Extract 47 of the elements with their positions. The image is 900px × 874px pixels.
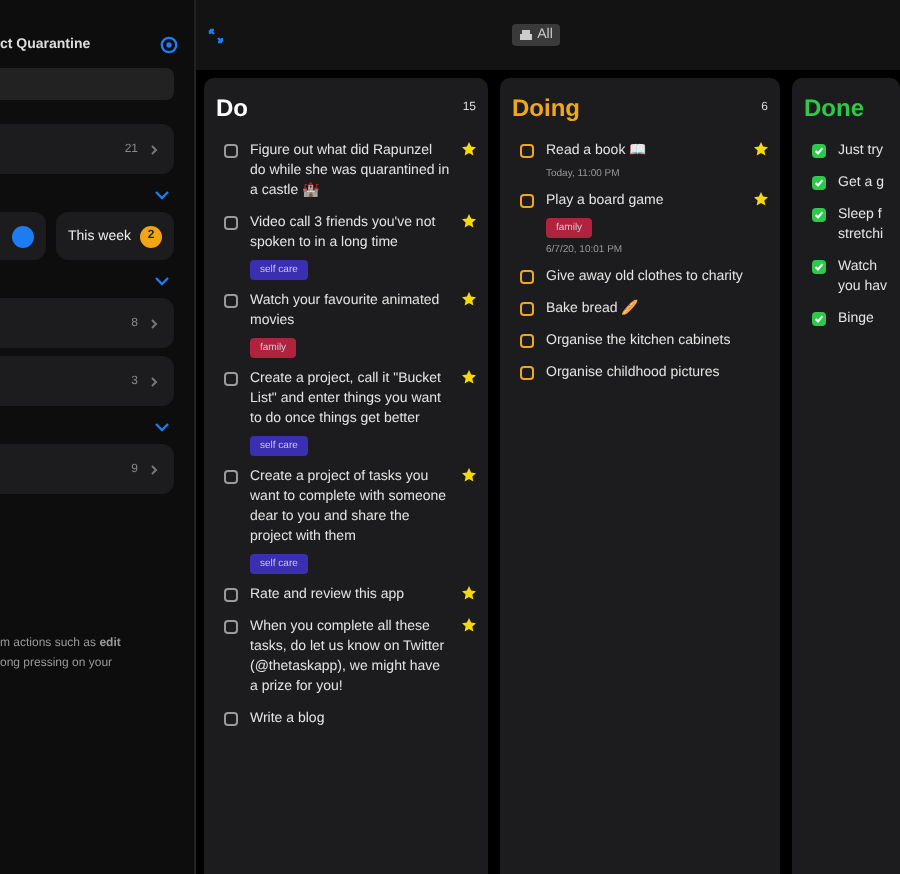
task-checkbox[interactable] xyxy=(812,312,826,326)
settings-icon[interactable] xyxy=(160,35,178,53)
task-checkbox[interactable] xyxy=(224,294,238,308)
task-checkbox[interactable] xyxy=(812,208,826,222)
star-icon[interactable] xyxy=(754,192,768,206)
task-checkbox[interactable] xyxy=(224,144,238,158)
task-checkbox[interactable] xyxy=(224,470,238,484)
expand-icon[interactable] xyxy=(208,27,224,43)
task-checkbox[interactable] xyxy=(520,194,534,208)
star-icon[interactable] xyxy=(462,370,476,384)
task-checkbox[interactable] xyxy=(224,216,238,230)
column-title: Done xyxy=(804,94,864,122)
tray-icon xyxy=(519,30,532,40)
check-icon xyxy=(814,210,824,220)
chevron-down-icon[interactable] xyxy=(154,422,170,432)
task-checkbox[interactable] xyxy=(812,144,826,158)
star-icon[interactable] xyxy=(462,618,476,632)
star-icon[interactable] xyxy=(462,468,476,482)
task-checkbox[interactable] xyxy=(520,334,534,348)
chevron-right-icon xyxy=(150,143,158,155)
task-checkbox[interactable] xyxy=(520,302,534,316)
task-checkbox[interactable] xyxy=(520,144,534,158)
star-icon[interactable] xyxy=(462,214,476,228)
check-icon xyxy=(814,146,824,156)
chevron-down-icon[interactable] xyxy=(154,190,170,200)
task-checkbox[interactable] xyxy=(224,372,238,386)
column-title: Doing xyxy=(512,94,580,122)
star-icon[interactable] xyxy=(754,142,768,156)
task-checkbox[interactable] xyxy=(224,620,238,634)
task-checkbox[interactable] xyxy=(520,366,534,380)
task-checkbox[interactable] xyxy=(224,588,238,602)
chevron-right-icon xyxy=(150,463,158,475)
task-checkbox[interactable] xyxy=(812,260,826,274)
check-icon xyxy=(814,178,824,188)
chevron-right-icon xyxy=(150,317,158,329)
chevron-right-icon xyxy=(150,375,158,387)
star-icon[interactable] xyxy=(462,142,476,156)
check-icon xyxy=(814,262,824,272)
task-checkbox[interactable] xyxy=(812,176,826,190)
filter-pill[interactable] xyxy=(0,212,46,260)
check-icon xyxy=(814,314,824,324)
task-checkbox[interactable] xyxy=(224,712,238,726)
task-checkbox[interactable] xyxy=(520,270,534,284)
chevron-down-icon[interactable] xyxy=(154,276,170,286)
star-icon[interactable] xyxy=(462,586,476,600)
star-icon[interactable] xyxy=(462,292,476,306)
column-title: Do xyxy=(216,94,248,122)
